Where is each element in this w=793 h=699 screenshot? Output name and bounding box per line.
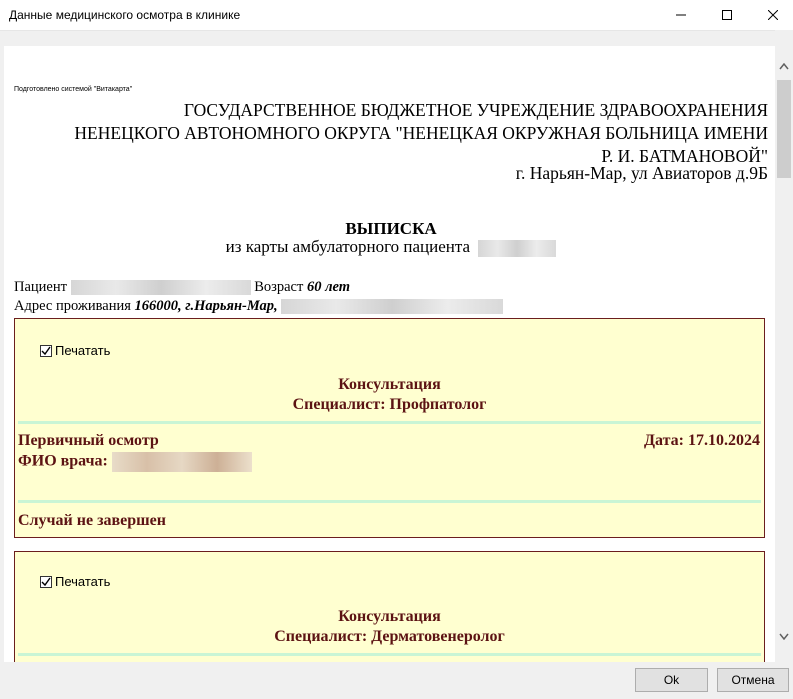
organization-name: ГОСУДАРСТВЕННОЕ БЮДЖЕТНОЕ УЧРЕЖДЕНИЕ ЗДР… xyxy=(14,99,768,168)
scroll-up-button[interactable] xyxy=(775,58,793,74)
consultation-type: Консультация xyxy=(338,376,441,393)
separator xyxy=(18,500,761,503)
doctor-line: ФИО врача: xyxy=(18,452,252,472)
separator xyxy=(18,421,761,424)
org-line-1: ГОСУДАРСТВЕННОЕ БЮДЖЕТНОЕ УЧРЕЖДЕНИЕ ЗДР… xyxy=(183,100,768,120)
org-line-2: НЕНЕЦКОГО АВТОНОМНОГО ОКРУГА "НЕНЕЦКАЯ О… xyxy=(74,123,768,143)
window-titlebar: Данные медицинского осмотра в клинике xyxy=(0,0,793,30)
scroll-down-button[interactable] xyxy=(775,628,793,644)
cancel-button[interactable]: Отмена xyxy=(717,668,789,692)
case-status: Случай не завершен xyxy=(18,512,166,529)
residence-value: 166000, г.Нарьян-Мар, xyxy=(134,298,278,314)
close-icon xyxy=(768,10,778,20)
age-label: Возраст xyxy=(254,279,304,295)
document-viewport[interactable]: Подготовлено системой "Витакарта" ГОСУДА… xyxy=(4,46,775,663)
document-subtitle: из карты амбулаторного пациента xyxy=(14,237,768,257)
subtitle-text: из карты амбулаторного пациента xyxy=(225,237,471,256)
patient-label: Пациент xyxy=(14,279,67,295)
age-value: 60 лет xyxy=(306,279,351,295)
exam-date: Дата: 17.10.2024 xyxy=(644,432,760,449)
window-title: Данные медицинского осмотра в клинике xyxy=(9,8,241,22)
chevron-down-icon xyxy=(779,633,789,640)
consultation-card: Печатать Консультация Специалист: Дермат… xyxy=(14,551,765,663)
residence-line: Адрес проживания 166000, г.Нарьян-Мар, xyxy=(14,298,504,315)
specialist: Специалист: Дерматовенеролог xyxy=(274,628,505,645)
consultation-type: Консультация xyxy=(338,608,441,625)
print-label: Печатать xyxy=(55,343,111,358)
ok-button[interactable]: Ok xyxy=(635,668,708,692)
organization-address: г. Нарьян-Мар, ул Авиаторов д.9Б xyxy=(515,163,768,183)
redacted-patient-name xyxy=(70,280,251,296)
scrollbar-thumb[interactable] xyxy=(777,80,791,178)
minimize-button[interactable] xyxy=(658,0,704,30)
prepared-by-note: Подготовлено системой "Витакарта" xyxy=(14,86,133,93)
dialog-button-bar: Ok Отмена xyxy=(0,662,793,699)
maximize-icon xyxy=(722,10,732,20)
document-title: ВЫПИСКА xyxy=(345,219,437,238)
print-checkbox-row[interactable]: Печатать xyxy=(40,574,110,589)
chevron-up-icon xyxy=(779,62,789,69)
redacted-doctor-name xyxy=(111,452,252,472)
checkmark-icon xyxy=(41,577,51,586)
residence-label: Адрес проживания xyxy=(14,298,131,314)
print-checkbox[interactable] xyxy=(40,575,52,588)
separator xyxy=(18,653,761,656)
dialog-body: Подготовлено системой "Витакарта" ГОСУДА… xyxy=(0,30,793,663)
consultation-heading: Консультация Специалист: Профпатолог xyxy=(15,375,764,415)
redacted-card-number xyxy=(478,239,557,257)
print-checkbox[interactable] xyxy=(40,344,52,357)
close-button[interactable] xyxy=(750,0,793,30)
doctor-label: ФИО врача: xyxy=(18,452,108,470)
maximize-button[interactable] xyxy=(704,0,750,30)
redacted-residence xyxy=(281,299,504,315)
patient-line: Пациент Возраст 60 лет xyxy=(14,279,350,296)
minimize-icon xyxy=(676,14,686,16)
print-label: Печатать xyxy=(55,574,111,589)
consultation-heading: Консультация Специалист: Дерматовенероло… xyxy=(15,607,764,647)
print-checkbox-row[interactable]: Печатать xyxy=(40,343,110,358)
consultation-card: Печатать Консультация Специалист: Профпа… xyxy=(14,318,765,538)
vertical-scrollbar[interactable] xyxy=(775,30,793,662)
specialist: Специалист: Профпатолог xyxy=(292,396,487,413)
exam-type: Первичный осмотр xyxy=(18,432,159,449)
checkmark-icon xyxy=(41,346,51,355)
